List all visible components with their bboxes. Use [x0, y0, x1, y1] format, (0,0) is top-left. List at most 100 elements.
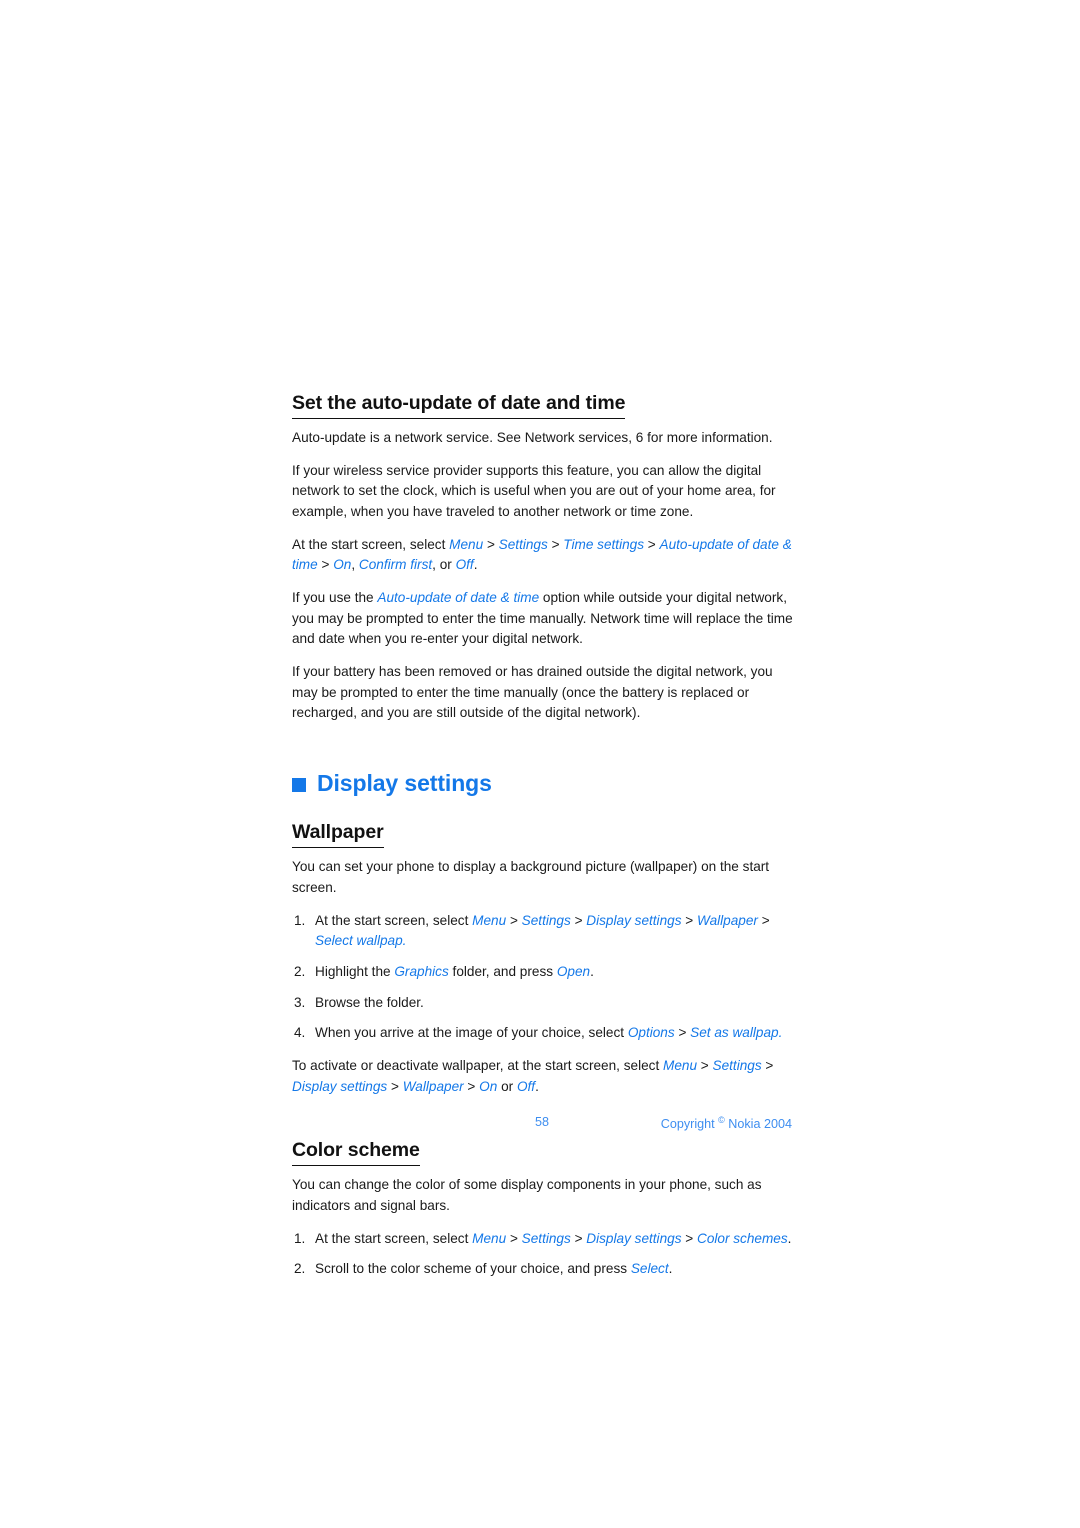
path-separator: > [506, 1230, 522, 1246]
heading-display-settings: Display settings [292, 770, 794, 798]
menu-path-set-as-wallpap: Set as wallpap. [690, 1025, 783, 1041]
menu-path-select-wallpap: Select wallpap. [315, 933, 407, 949]
menu-path-settings: Settings [521, 1230, 571, 1246]
spacer-before-display-settings [292, 736, 794, 770]
menu-path-on: On [333, 557, 352, 573]
path-separator: > [483, 536, 499, 552]
menu-path-settings: Settings [498, 536, 548, 552]
heading-display-settings-label: Display settings [317, 769, 492, 796]
path-separator: > [681, 912, 697, 928]
paragraph-auto-update-outside-network: If you use the Auto-update of date & tim… [292, 588, 794, 650]
menu-path-options: Options [627, 1025, 675, 1041]
copyright-prefix: Copyright [660, 1117, 715, 1132]
text-step-prefix: When you arrive at the image of your cho… [315, 1025, 628, 1041]
paragraph-auto-update-battery: If your battery has been removed or has … [292, 663, 773, 721]
document-page: Set the auto-update of date and time Aut… [0, 0, 1080, 1528]
path-separator: > [757, 912, 770, 928]
list-color-scheme-steps: 1. At the start screen, select Menu > Set… [292, 1229, 794, 1280]
list-item: 1. At the start screen, select Menu > Set… [292, 911, 794, 952]
path-separator: > [547, 536, 564, 552]
page-content: Set the auto-update of date and time Aut… [292, 392, 794, 1292]
text-period: . [473, 557, 478, 573]
list-item: 3. Browse the folder. [292, 993, 794, 1014]
path-separator: > [506, 912, 522, 928]
text-step-prefix: At the start screen, select [315, 912, 473, 928]
text-step-middle: folder, and press [448, 964, 557, 980]
heading-set-auto-update: Set the auto-update of date and time [292, 392, 625, 419]
heading-color-scheme-wrap: Color scheme [292, 1139, 794, 1175]
path-separator: > [761, 1058, 774, 1074]
list-number: 2. [294, 964, 306, 980]
copyright-suffix: Nokia 2004 [728, 1117, 792, 1132]
menu-path-auto-update-inline: Auto-update of date & time [377, 589, 540, 605]
paragraph-auto-update-path: At the start screen, select Menu > Setti… [292, 535, 794, 576]
paragraph-auto-update-intro: Auto-update is a network service. See Ne… [292, 430, 773, 445]
copyright-symbol: © [718, 1115, 725, 1125]
page-footer: 58 Copyright © Nokia 2004 [292, 1115, 794, 1137]
text-comma: , [351, 557, 359, 573]
paragraph-wallpaper-activate: To activate or deactivate wallpaper, at … [292, 1056, 794, 1097]
menu-path-display-settings: Display settings [292, 1078, 388, 1094]
text-step-prefix: At the start screen, select [315, 1230, 473, 1246]
text-select-prefix: At the start screen, select [292, 536, 450, 552]
list-number: 1. [294, 1230, 306, 1246]
menu-path-color-schemes: Color schemes [697, 1230, 788, 1246]
list-item: 1. At the start screen, select Menu > Set… [292, 1229, 794, 1250]
menu-path-settings: Settings [712, 1058, 762, 1074]
path-separator: > [570, 1230, 587, 1246]
menu-path-on: On [479, 1078, 498, 1094]
heading-wallpaper-wrap: Wallpaper [292, 821, 794, 857]
text-if-you-use: If you use the [292, 589, 378, 605]
path-separator: > [644, 536, 660, 552]
text-step-prefix: Scroll to the color scheme of your choic… [315, 1261, 631, 1277]
menu-path-confirm-first: Confirm first [358, 557, 433, 573]
list-number: 3. [294, 994, 306, 1010]
path-separator: > [463, 1078, 480, 1094]
path-separator: > [697, 1058, 713, 1074]
spacer-after-display-settings [292, 797, 794, 821]
list-number: 4. [294, 1025, 306, 1041]
menu-path-menu: Menu [449, 536, 484, 552]
menu-path-off: Off [516, 1078, 536, 1094]
list-item: 4. When you arrive at the image of your c… [292, 1023, 794, 1044]
text-or: , or [432, 557, 456, 573]
menu-path-off: Off [455, 557, 474, 573]
path-separator: > [570, 912, 587, 928]
heading-auto-update-wrap: Set the auto-update of date and time [292, 392, 794, 428]
path-separator: > [674, 1025, 691, 1041]
menu-path-display-settings: Display settings [586, 1230, 682, 1246]
menu-path-wallpaper: Wallpaper [697, 912, 758, 928]
menu-path-menu: Menu [663, 1058, 698, 1074]
menu-path-select: Select [630, 1261, 669, 1277]
list-number: 2. [294, 1261, 306, 1277]
path-separator: > [317, 557, 334, 573]
menu-path-graphics: Graphics [394, 964, 449, 980]
text-activate-prefix: To activate or deactivate wallpaper, at … [292, 1058, 663, 1074]
list-item: 2. Scroll to the color scheme of your cho… [292, 1259, 794, 1280]
text-step-body: Browse the folder. [315, 994, 424, 1010]
path-separator: > [387, 1078, 403, 1094]
copyright-notice: Copyright © Nokia 2004 [661, 1115, 792, 1131]
text-step-period: . [590, 964, 594, 980]
paragraph-auto-update-provider: If your wireless service provider suppor… [292, 462, 776, 519]
paragraph-wallpaper-intro: You can set your phone to display a back… [292, 859, 770, 896]
text-step-prefix: Highlight the [315, 964, 395, 980]
menu-path-time-settings: Time settings [563, 536, 645, 552]
paragraph-color-scheme-intro: You can change the color of some display… [292, 1177, 762, 1214]
text-period: . [668, 1261, 673, 1277]
text-period: . [787, 1230, 792, 1246]
menu-path-menu: Menu [472, 912, 507, 928]
menu-path-wallpaper: Wallpaper [402, 1078, 464, 1094]
menu-path-open: Open [556, 964, 591, 980]
list-item: 2. Highlight the Graphics folder, and pre… [292, 962, 794, 983]
list-number: 1. [294, 912, 306, 928]
filled-square-icon [292, 777, 306, 792]
menu-path-display-settings: Display settings [586, 912, 682, 928]
heading-color-scheme: Color scheme [292, 1139, 420, 1167]
page-number: 58 [535, 1115, 550, 1129]
menu-path-menu: Menu [472, 1230, 507, 1246]
menu-path-settings: Settings [521, 912, 571, 928]
list-wallpaper-steps: 1. At the start screen, select Menu > Set… [292, 911, 794, 1044]
path-separator: > [681, 1230, 697, 1246]
heading-wallpaper: Wallpaper [292, 821, 384, 849]
